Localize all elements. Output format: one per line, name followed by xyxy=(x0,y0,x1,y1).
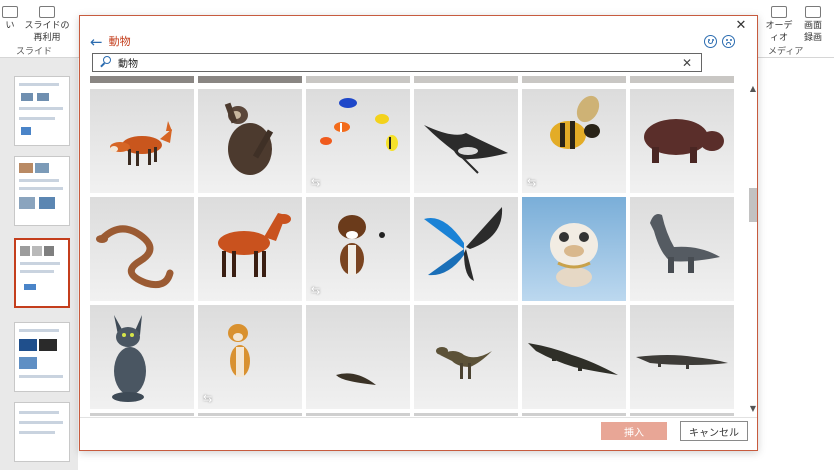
sphynx-cat-model xyxy=(112,315,146,402)
model-tile-partial[interactable] xyxy=(630,413,734,416)
dinosaur-model xyxy=(650,214,720,273)
media-group-label: メディア xyxy=(768,47,804,57)
model-tile-dinosaur[interactable] xyxy=(630,197,734,301)
model-tile-sloth[interactable] xyxy=(198,89,302,193)
horse-model xyxy=(218,213,291,277)
model-tile-tropical-fish[interactable]: ⇆ xyxy=(306,89,410,193)
model-tile-partial[interactable] xyxy=(198,76,302,83)
model-grid: ⇆ ⇆ ⇆ ⇆ xyxy=(90,76,736,416)
scroll-down-icon[interactable]: ▼ xyxy=(748,404,758,414)
scrollbar-thumb[interactable] xyxy=(749,188,757,222)
model-tile-bee[interactable]: ⇆ xyxy=(522,89,626,193)
slide-thumbnail[interactable] xyxy=(14,322,70,392)
small-crocodile-model xyxy=(336,373,376,385)
slide-thumbnail-selected[interactable] xyxy=(14,238,70,308)
model-tile-small-crocodile[interactable] xyxy=(306,305,410,409)
audio-label: オーディオ xyxy=(765,21,793,43)
reuse-slides-button[interactable]: スライドの 再利用 xyxy=(24,6,70,44)
search-input[interactable] xyxy=(118,57,678,68)
komodo-lizard-model xyxy=(636,355,728,369)
model-tile-komodo-lizard[interactable] xyxy=(630,305,734,409)
bulldog-cartoon-model xyxy=(550,223,598,287)
close-icon[interactable]: ✕ xyxy=(733,18,749,34)
smile-feedback-icon[interactable] xyxy=(704,35,717,48)
hippo-model xyxy=(644,119,724,163)
frown-feedback-icon[interactable] xyxy=(722,35,735,48)
model-tile-partial[interactable] xyxy=(630,76,734,83)
model-tile-horse[interactable] xyxy=(198,197,302,301)
clear-search-icon[interactable]: ✕ xyxy=(678,56,696,70)
model-tile-fox[interactable] xyxy=(90,89,194,193)
search-box: ✕ xyxy=(92,53,702,72)
model-tile-partial[interactable] xyxy=(414,76,518,83)
model-tile-partial[interactable] xyxy=(306,76,410,83)
screen-record-label-2: 録画 xyxy=(803,33,822,43)
reuse-slides-label-2: 再利用 xyxy=(33,33,61,43)
model-tile-hippo[interactable] xyxy=(630,89,734,193)
insert-button[interactable]: 挿入 xyxy=(601,422,667,440)
slide-group-label: スライド xyxy=(16,47,53,57)
screen-record-icon xyxy=(805,6,821,18)
model-tile-partial[interactable] xyxy=(522,76,626,83)
model-tile-manta-ray[interactable] xyxy=(414,89,518,193)
reuse-slides-icon xyxy=(39,6,55,18)
snake-model xyxy=(96,225,174,289)
reuse-slides-label-1: スライドの xyxy=(24,21,70,31)
model-tile-shiba-inu[interactable]: ⇆ xyxy=(198,305,302,409)
raptor-model xyxy=(436,347,492,379)
back-arrow-icon[interactable]: ← xyxy=(90,34,103,50)
fox-model xyxy=(110,121,172,166)
model-tile-sphynx-cat[interactable] xyxy=(90,305,194,409)
model-tile-partial[interactable] xyxy=(414,413,518,416)
dog-boxer-model xyxy=(338,215,385,275)
screen-record-label-1: 画面 xyxy=(803,21,822,31)
scroll-up-icon[interactable]: ▲ xyxy=(748,84,758,94)
animated-model-icon: ⇆ xyxy=(203,392,213,405)
butterfly-model xyxy=(424,207,503,281)
model-tile-partial[interactable] xyxy=(90,413,194,416)
model-tile-snake[interactable] xyxy=(90,197,194,301)
shiba-inu-model xyxy=(228,324,250,377)
model-tile-partial[interactable] xyxy=(198,413,302,416)
slide-icon xyxy=(2,6,18,18)
slide-thumbnail[interactable] xyxy=(14,76,70,146)
audio-button[interactable]: オーディオ xyxy=(764,6,794,44)
manta-ray-model xyxy=(424,125,508,174)
dialog-header: ← 動物 xyxy=(90,34,131,50)
slide-thumbnail[interactable] xyxy=(14,402,70,462)
model-tile-dog-boxer[interactable]: ⇆ xyxy=(306,197,410,301)
ribbon-new-slide-fragment[interactable]: い xyxy=(2,6,18,32)
crocodile-model xyxy=(528,343,618,375)
animated-model-icon: ⇆ xyxy=(311,176,321,189)
animated-model-icon: ⇆ xyxy=(527,176,537,189)
speaker-icon xyxy=(771,6,787,18)
model-tile-raptor[interactable] xyxy=(414,305,518,409)
animated-model-icon: ⇆ xyxy=(311,284,321,297)
sloth-model xyxy=(224,102,274,175)
cancel-button[interactable]: キャンセル xyxy=(680,421,748,441)
search-icon xyxy=(98,55,114,71)
tropical-fish-model xyxy=(320,98,398,151)
model-tile-partial[interactable] xyxy=(522,413,626,416)
online-3d-models-dialog: ✕ ← 動物 ✕ xyxy=(79,15,758,451)
model-tile-butterfly[interactable] xyxy=(414,197,518,301)
model-tile-partial[interactable] xyxy=(90,76,194,83)
model-tile-bulldog-cartoon[interactable] xyxy=(522,197,626,301)
slide-thumbnail[interactable] xyxy=(14,156,70,226)
bee-model xyxy=(550,95,600,149)
model-tile-partial[interactable] xyxy=(306,413,410,416)
screen-record-button[interactable]: 画面 録画 xyxy=(798,6,828,44)
model-tile-crocodile[interactable] xyxy=(522,305,626,409)
footer-divider xyxy=(80,417,757,418)
dialog-title: 動物 xyxy=(108,35,131,48)
scrollbar[interactable]: ▲ ▼ xyxy=(748,84,758,414)
slide-thumbnail-pane xyxy=(0,58,78,470)
